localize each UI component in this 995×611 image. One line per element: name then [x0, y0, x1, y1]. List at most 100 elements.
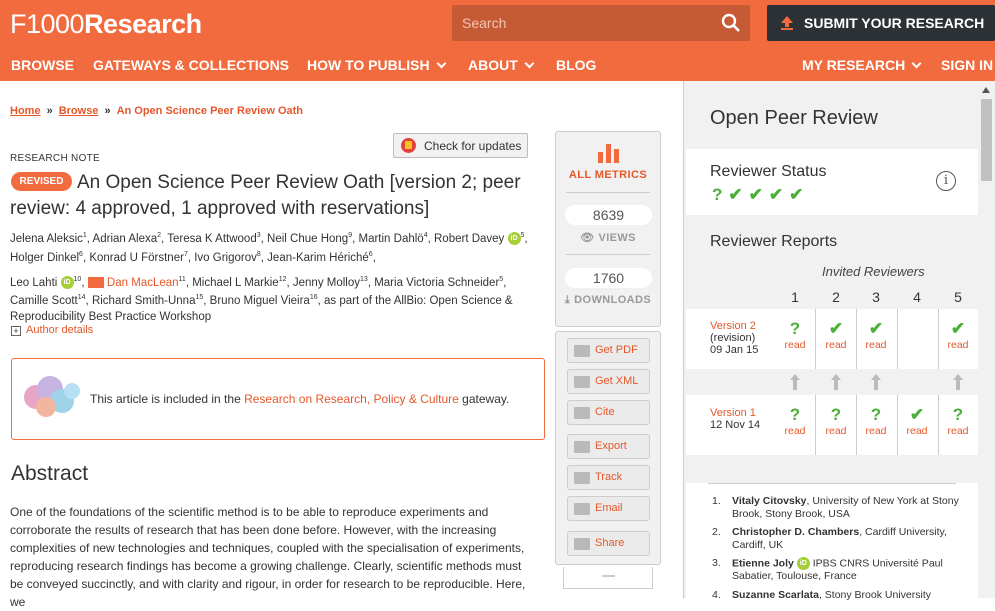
- report-cell[interactable]: ✔ read: [817, 319, 855, 351]
- arrow-up-icon: [953, 374, 963, 390]
- report-cell[interactable]: ? read: [857, 405, 895, 437]
- orcid-icon[interactable]: iD: [796, 557, 810, 570]
- author-name[interactable]: Ivo Grigorov: [194, 252, 257, 264]
- author-name[interactable]: Holger Dinkel: [10, 252, 79, 264]
- report-cell[interactable]: ✔ read: [898, 405, 936, 437]
- nav-my-research[interactable]: MY RESEARCH: [802, 57, 922, 73]
- download-icon: ⤓: [564, 294, 571, 306]
- nav-browse[interactable]: BROWSE: [11, 57, 74, 73]
- author-name[interactable]: Richard Smith-Unna: [92, 295, 196, 307]
- report-cell[interactable]: ? read: [776, 319, 814, 351]
- submit-research-button[interactable]: SUBMIT YOUR RESEARCH: [767, 5, 995, 41]
- author-name[interactable]: Jelena Aleksic: [10, 233, 83, 245]
- reviewer-status: Reviewer Status ?✔✔✔✔ i: [686, 149, 978, 215]
- quote-icon: [574, 407, 590, 419]
- search-box: [452, 5, 750, 41]
- share-icon: [574, 538, 590, 550]
- track-button[interactable]: Track: [567, 465, 650, 490]
- author-name[interactable]: Robert Davey: [434, 233, 504, 245]
- envelope-icon: [574, 503, 590, 515]
- author-name[interactable]: Martin Dahlö: [359, 233, 424, 245]
- author-name[interactable]: Jean-Karim Hériché: [267, 252, 369, 264]
- get-pdf-button[interactable]: Get PDF: [567, 338, 650, 363]
- author-name[interactable]: Bruno Miguel Vieira: [210, 295, 310, 307]
- info-icon[interactable]: i: [936, 171, 956, 191]
- reviewer-column-4: 4: [913, 289, 921, 305]
- open-peer-review-heading: Open Peer Review: [710, 107, 878, 129]
- plus-icon: +: [11, 326, 21, 336]
- author-name[interactable]: Teresa K Attwood: [167, 233, 257, 245]
- author-name[interactable]: Jenny Molloy: [293, 276, 360, 288]
- article-tools: Get PDF Get XML Cite Export Track Email …: [555, 331, 661, 565]
- arrow-up-icon: [871, 374, 881, 390]
- report-cell[interactable]: ✔ read: [857, 319, 895, 351]
- reviewer-reports-heading: Reviewer Reports: [710, 233, 838, 250]
- author-name[interactable]: Maria Victoria Schneider: [374, 276, 499, 288]
- get-xml-button[interactable]: Get XML: [567, 369, 650, 394]
- list-item: 1. Vitaly Citovsky, University of New Yor…: [712, 495, 959, 520]
- list-item: 3. Etienne Joly iD IPBS CNRS Université P…: [712, 557, 943, 583]
- author-name[interactable]: Konrad U Förstner: [89, 252, 184, 264]
- author-name[interactable]: Camille Scott: [10, 295, 78, 307]
- status-marks: ?✔✔✔✔: [712, 185, 810, 204]
- author-details-toggle[interactable]: + Author details: [11, 324, 93, 336]
- tools-collapse-handle[interactable]: [563, 567, 653, 589]
- orcid-icon[interactable]: iD: [507, 232, 521, 246]
- export-button[interactable]: Export: [567, 434, 650, 459]
- gateway-box: This article is included in the Research…: [11, 358, 545, 440]
- scroll-up-icon[interactable]: [982, 87, 990, 93]
- report-cell[interactable]: ? read: [939, 405, 977, 437]
- chevron-down-icon: [911, 58, 922, 69]
- cite-button[interactable]: Cite: [567, 400, 650, 425]
- bar-chart-icon[interactable]: [597, 144, 621, 163]
- share-button[interactable]: Share: [567, 531, 650, 556]
- report-cell[interactable]: ? read: [817, 405, 855, 437]
- search-icon[interactable]: [720, 12, 742, 34]
- views-label: 👁 VIEWS: [580, 232, 636, 244]
- peer-review-panel: Open Peer Review Reviewer Status ?✔✔✔✔ i…: [683, 81, 995, 601]
- arrow-up-icon: [831, 374, 841, 390]
- version-2-link[interactable]: Version 2: [710, 320, 756, 332]
- all-metrics-link[interactable]: ALL METRICS: [556, 169, 660, 181]
- reviewer-column-1: 1: [791, 289, 799, 305]
- search-input[interactable]: [462, 13, 702, 33]
- check-for-updates-button[interactable]: Check for updates: [393, 133, 528, 158]
- chevron-down-icon: [436, 58, 447, 69]
- breadcrumb-browse[interactable]: Browse: [59, 105, 99, 117]
- version-1-link[interactable]: Version 1: [710, 407, 756, 419]
- reviewer-column-3: 3: [872, 289, 880, 305]
- nav-blog[interactable]: BLOG: [556, 57, 596, 73]
- invited-reviewers-label: Invited Reviewers: [822, 264, 925, 279]
- article-type: RESEARCH NOTE: [10, 153, 101, 164]
- panel-scrollbar[interactable]: [978, 81, 995, 598]
- author-name[interactable]: Adrian Alexa: [93, 233, 158, 245]
- corresponding-author[interactable]: Dan MacLean: [107, 276, 179, 288]
- report-cell[interactable]: ? read: [776, 405, 814, 437]
- list-item: 4. Suzanne Scarlata, Stony Brook Universi…: [712, 589, 931, 601]
- author-name[interactable]: Leo Lahti: [10, 276, 57, 288]
- scroll-thumb[interactable]: [981, 99, 992, 181]
- report-cell[interactable]: ✔ read: [939, 319, 977, 351]
- nav-sign-in[interactable]: SIGN IN: [941, 57, 993, 73]
- reviewer-column-5: 5: [954, 289, 962, 305]
- author-name[interactable]: Neil Chue Hong: [267, 233, 348, 245]
- gateway-image: [24, 376, 80, 417]
- arrow-up-icon: [790, 374, 800, 390]
- export-icon: [574, 441, 590, 453]
- f1000-logo[interactable]: F1000Research: [10, 9, 202, 40]
- crossmark-icon: [401, 138, 416, 153]
- nav-about[interactable]: ABOUT: [468, 57, 535, 73]
- top-header: F1000Research SUBMIT YOUR RESEARCH BROWS…: [0, 0, 995, 81]
- nav-how-to-publish[interactable]: HOW TO PUBLISH: [307, 57, 447, 73]
- breadcrumb-home[interactable]: Home: [10, 105, 41, 117]
- xml-icon: [574, 376, 590, 388]
- gateway-link[interactable]: Research on Research, Policy & Culture: [244, 392, 459, 406]
- chevron-down-icon: [524, 58, 535, 69]
- list-item: 2. Christopher D. Chambers, Cardiff Unive…: [712, 526, 947, 551]
- author-name[interactable]: Michael L Markie: [192, 276, 279, 288]
- email-button[interactable]: Email: [567, 496, 650, 521]
- orcid-icon[interactable]: iD: [60, 275, 74, 289]
- nav-gateways[interactable]: GATEWAYS & COLLECTIONS: [93, 57, 289, 73]
- email-icon[interactable]: [87, 276, 104, 288]
- reviewer-column-2: 2: [832, 289, 840, 305]
